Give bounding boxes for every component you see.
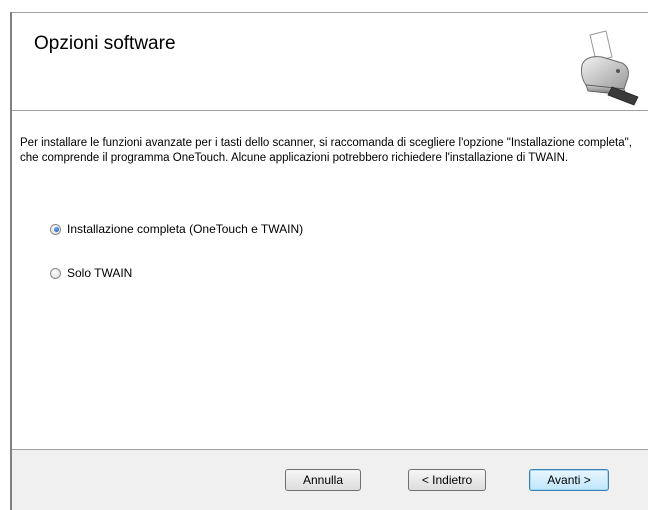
option-label: Solo TWAIN [67, 266, 133, 280]
next-button[interactable]: Avanti > [529, 469, 609, 491]
back-button[interactable]: < Indietro [408, 469, 486, 491]
option-twain-only[interactable]: Solo TWAIN [50, 266, 132, 280]
window-chrome-top [0, 0, 648, 12]
page-title: Opzioni software [34, 33, 176, 54]
scanner-icon [581, 30, 639, 106]
radio-button[interactable] [50, 267, 61, 279]
radio-button-selected[interactable] [50, 223, 61, 235]
dialog-header: Opzioni software [12, 13, 648, 109]
window-chrome-left [0, 12, 10, 510]
dialog-content: Per installare le funzioni avanzate per … [12, 112, 648, 449]
option-full-install[interactable]: Installazione completa (OneTouch e TWAIN… [50, 222, 303, 236]
cancel-button[interactable]: Annulla [285, 469, 361, 491]
installer-dialog: Opzioni software Per installare le funzi… [12, 13, 648, 510]
instructions-text: Per installare le funzioni avanzate per … [20, 137, 632, 164]
dialog-footer: Annulla < Indietro Avanti > [12, 450, 648, 510]
option-label: Installazione completa (OneTouch e TWAIN… [67, 222, 304, 236]
